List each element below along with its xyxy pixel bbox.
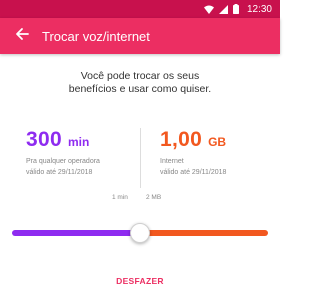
slider-track-voice[interactable] [12,230,140,236]
intro-line-1: Você pode trocar os seus [80,70,200,82]
data-description: Internet [160,158,184,165]
status-time: 12:30 [246,3,272,15]
voice-amount-value: 300 [26,128,62,151]
voice-benefit: 300 min Pra qualquer operadora válido at… [26,128,100,176]
voice-description: Pra qualquer operadora [26,158,100,165]
slider-track-data[interactable] [140,230,268,236]
data-benefit: 1,00 GB Internet válido até 29/11/2018 [160,128,226,176]
slider-step-data: 2 MB [146,194,162,201]
voice-amount-unit: min [67,135,90,149]
benefit-slider[interactable] [12,223,268,243]
voice-validity: válido até 29/11/2018 [26,169,93,176]
data-validity: válido até 29/11/2018 [160,169,227,176]
column-divider [140,128,141,188]
data-amount-unit: GB [208,135,227,149]
signal-icon [218,4,228,14]
data-amount-value: 1,00 [160,128,203,151]
battery-icon [232,4,239,14]
back-button[interactable] [4,18,40,54]
status-bar: 12:30 [0,0,280,18]
slider-thumb[interactable] [130,223,150,243]
arrow-back-icon [15,27,29,46]
voice-amount: 300 min [26,128,100,152]
page-title: Trocar voz/internet [42,28,150,44]
intro-line-2: benefícios e usar como quiser. [68,83,212,95]
wifi-icon [203,5,214,14]
slider-step-voice: 1 min [112,194,128,201]
data-amount: 1,00 GB [160,128,226,152]
intro-text: Você pode trocar os seus benefícios e us… [0,70,280,96]
undo-button[interactable]: DESFAZER [0,276,280,286]
app-bar: Trocar voz/internet [0,18,280,54]
